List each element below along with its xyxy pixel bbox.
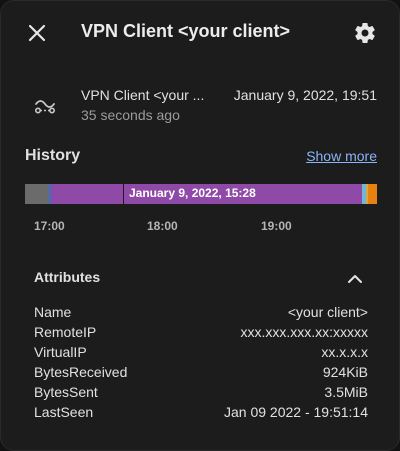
close-icon [28,24,46,42]
attribute-key: LastSeen [34,404,94,420]
entity-row[interactable]: VPN Client <your ... January 9, 2022, 19… [1,79,399,131]
attribute-value: xx.x.x.x [321,344,368,360]
history-timeline[interactable]: January 9, 2022, 15:28 [25,184,377,204]
timeline-tick: 19:00 [261,219,292,233]
history-heading: History [25,147,81,164]
show-more-link[interactable]: Show more [306,148,377,164]
last-changed: 35 seconds ago [81,107,180,123]
timeline-segment[interactable] [51,184,123,204]
attribute-key: VirtualIP [34,344,87,360]
attribute-value: Jan 09 2022 - 19:51:14 [223,404,368,420]
attribute-value: 3.5MiB [324,384,368,400]
attributes-heading[interactable]: Attributes [34,269,100,285]
timeline-segment-label: January 9, 2022, 15:28 [129,186,256,200]
attribute-key: Name [34,304,72,320]
attribute-row: RemoteIP xxx.xxx.xxx.xx:xxxxx [34,324,368,344]
attribute-value: xxx.xxx.xxx.xx:xxxxx [240,324,368,340]
attribute-row: BytesReceived 924KiB [34,364,368,384]
attribute-row: BytesSent 3.5MiB [34,384,368,404]
gear-icon [355,22,375,43]
attribute-key: RemoteIP [34,324,97,340]
dialog-title: VPN Client <your client> [81,21,291,41]
attribute-key: BytesSent [34,384,98,400]
timeline-segment[interactable] [368,184,377,204]
entity-state: January 9, 2022, 19:51 [233,87,377,103]
attribute-row: Name <your client> [34,304,368,324]
chevron-up-icon [348,275,362,283]
close-button[interactable] [25,21,49,45]
timeline-segment[interactable] [25,184,49,204]
timeline-tick: 17:00 [34,219,65,233]
timeline-tick: 18:00 [147,219,178,233]
vpn-icon [34,100,55,114]
more-info-dialog: VPN Client <your client> VPN Client <you… [0,0,400,451]
dialog-header: VPN Client <your client> [1,1,399,65]
attribute-value: 924KiB [322,364,368,380]
entity-name: VPN Client <your ... [81,87,205,103]
attribute-value: <your client> [287,304,368,320]
attribute-row: LastSeen Jan 09 2022 - 19:51:14 [34,404,368,424]
collapse-attributes-button[interactable] [345,269,365,289]
attribute-key: BytesReceived [34,364,128,380]
settings-button[interactable] [353,21,377,45]
attribute-row: VirtualIP xx.x.x.x [34,344,368,364]
